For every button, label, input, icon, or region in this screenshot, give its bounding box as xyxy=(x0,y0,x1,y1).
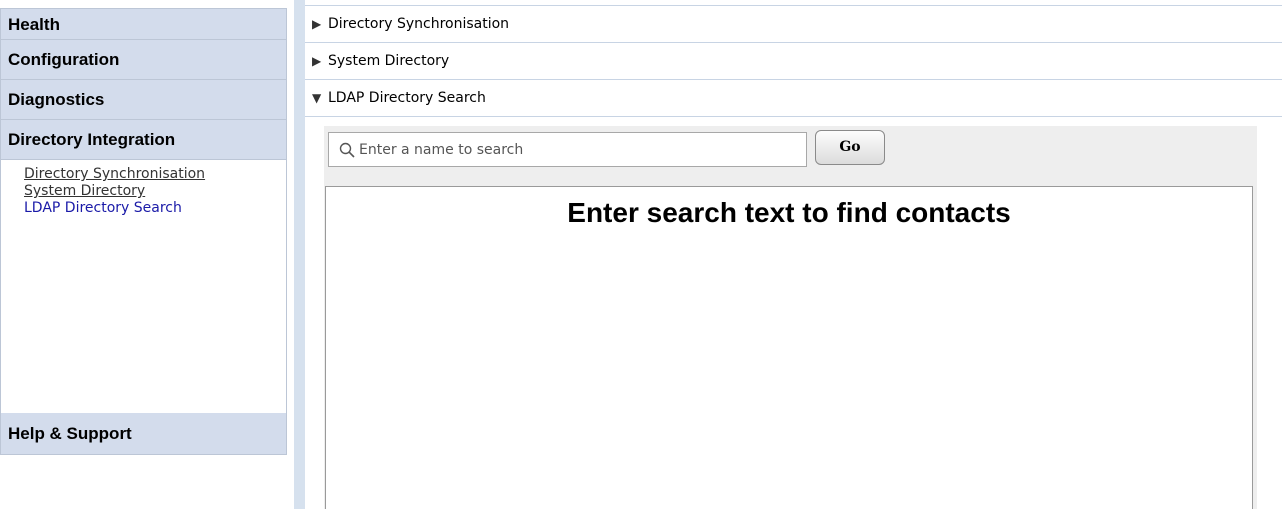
section-ldap-directory-search[interactable]: ▼ LDAP Directory Search xyxy=(305,80,1282,117)
search-input[interactable] xyxy=(359,141,799,158)
triangle-right-icon: ▶ xyxy=(312,53,322,68)
ldap-search-panel: Go Enter search text to find contacts xyxy=(324,126,1257,509)
triangle-right-icon: ▶ xyxy=(312,16,322,31)
section-label: Directory Synchronisation xyxy=(328,15,510,32)
triangle-down-icon: ▼ xyxy=(312,90,322,105)
nav-directory-integration[interactable]: Directory Integration xyxy=(0,120,287,160)
search-bar: Go xyxy=(324,126,1257,186)
section-label: LDAP Directory Search xyxy=(328,89,486,106)
nav-diagnostics[interactable]: Diagnostics xyxy=(0,80,287,120)
search-results-area: Enter search text to find contacts xyxy=(325,186,1253,509)
pane-divider xyxy=(294,0,305,509)
search-field[interactable] xyxy=(328,132,807,167)
nav-health[interactable]: Health xyxy=(0,8,287,40)
nav-configuration[interactable]: Configuration xyxy=(0,40,287,80)
nav-help-support[interactable]: Help & Support xyxy=(0,413,287,455)
magnifier-icon xyxy=(339,142,355,158)
section-directory-synchronisation[interactable]: ▶ Directory Synchronisation xyxy=(305,5,1282,43)
app-root: Health Configuration Diagnostics Directo… xyxy=(0,0,1282,509)
section-label: System Directory xyxy=(328,52,450,69)
nav-link-ldap-directory-search[interactable]: LDAP Directory Search xyxy=(24,200,286,217)
section-system-directory[interactable]: ▶ System Directory xyxy=(305,43,1282,80)
nav-directory-integration-submenu: Directory Synchronisation System Directo… xyxy=(0,160,287,413)
nav-link-directory-synchronisation[interactable]: Directory Synchronisation xyxy=(24,166,286,183)
go-button[interactable]: Go xyxy=(815,130,885,165)
left-navigation: Health Configuration Diagnostics Directo… xyxy=(0,8,287,455)
main-content: ▶ Directory Synchronisation ▶ System Dir… xyxy=(305,0,1282,509)
nav-link-system-directory[interactable]: System Directory xyxy=(24,183,286,200)
empty-results-message: Enter search text to find contacts xyxy=(567,197,1011,228)
